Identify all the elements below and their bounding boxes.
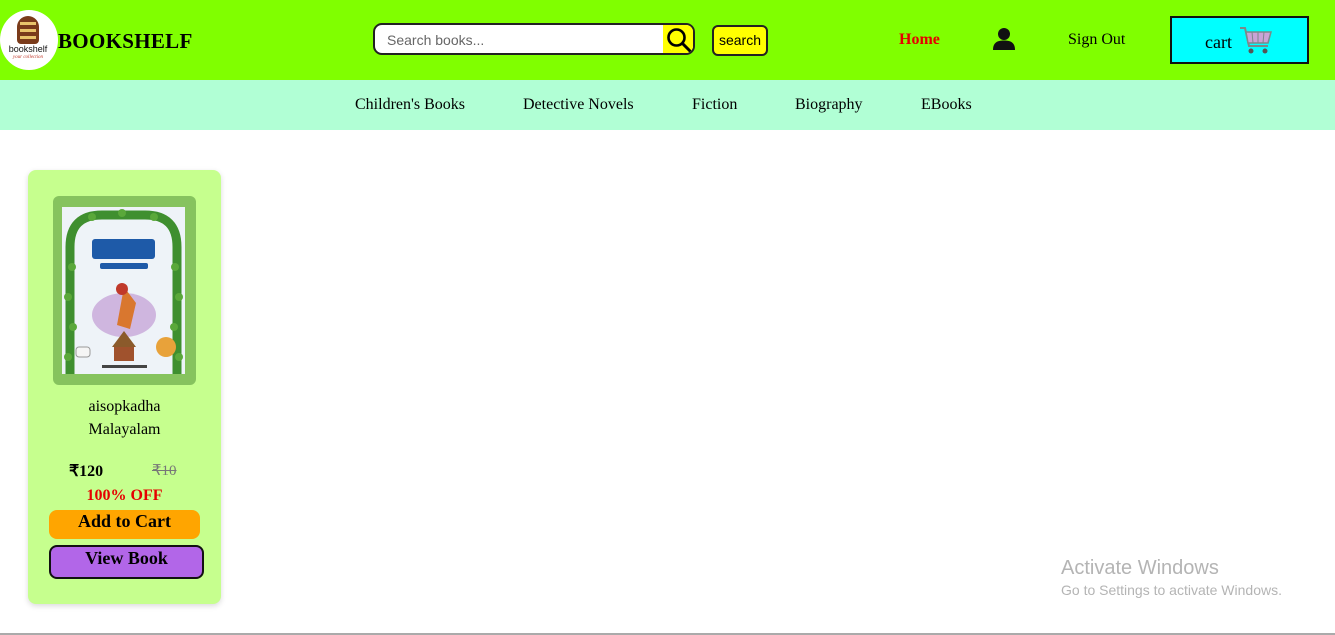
- shopping-cart-icon: [1238, 22, 1274, 63]
- book-title-line-2: Malayalam: [88, 421, 161, 438]
- category-ebooks[interactable]: EBooks: [921, 96, 972, 114]
- sign-out-link[interactable]: Sign Out: [1068, 31, 1125, 49]
- book-cover-frame: [53, 196, 196, 385]
- category-fiction[interactable]: Fiction: [692, 96, 737, 114]
- bookshelf-logo-icon: [17, 16, 39, 44]
- activate-windows-watermark: Activate Windows Go to Settings to activ…: [1061, 556, 1282, 600]
- search-input[interactable]: [385, 30, 659, 50]
- add-to-cart-button[interactable]: Add to Cart: [49, 510, 200, 539]
- category-biography[interactable]: Biography: [795, 96, 863, 114]
- nav-home-link[interactable]: Home: [899, 31, 940, 49]
- site-logo[interactable]: bookshelf your collection: [0, 10, 58, 70]
- view-book-button[interactable]: View Book: [49, 545, 204, 579]
- watermark-subtitle: Go to Settings to activate Windows.: [1061, 582, 1282, 598]
- discount-badge: 100% OFF: [86, 487, 163, 504]
- user-icon[interactable]: [991, 27, 1017, 51]
- cart-label: cart: [1205, 32, 1232, 52]
- book-title-line-1: aisopkadha: [88, 398, 161, 415]
- logo-text: bookshelf: [8, 44, 48, 54]
- search-box: [373, 23, 695, 55]
- brand-name[interactable]: BOOKSHELF: [58, 29, 193, 54]
- cart-button[interactable]: cart: [1170, 16, 1309, 64]
- category-childrens-books[interactable]: Children's Books: [355, 96, 465, 114]
- book-title: aisopkadha Malayalam: [28, 395, 221, 441]
- book-cover-image[interactable]: [62, 207, 185, 374]
- product-card: aisopkadha Malayalam ₹120 ₹10 100% OFF A…: [28, 170, 221, 604]
- search-button[interactable]: search: [712, 25, 768, 56]
- top-navbar: bookshelf your collection BOOKSHELF sear…: [0, 0, 1335, 80]
- sale-price: ₹120: [69, 463, 104, 480]
- logo-tagline: your collection: [12, 55, 44, 60]
- watermark-title: Activate Windows: [1061, 557, 1219, 579]
- category-detective-novels[interactable]: Detective Novels: [523, 96, 634, 114]
- original-price: ₹10: [152, 463, 177, 479]
- search-icon[interactable]: [663, 25, 693, 53]
- category-bar: Children's Books Detective Novels Fictio…: [0, 80, 1335, 130]
